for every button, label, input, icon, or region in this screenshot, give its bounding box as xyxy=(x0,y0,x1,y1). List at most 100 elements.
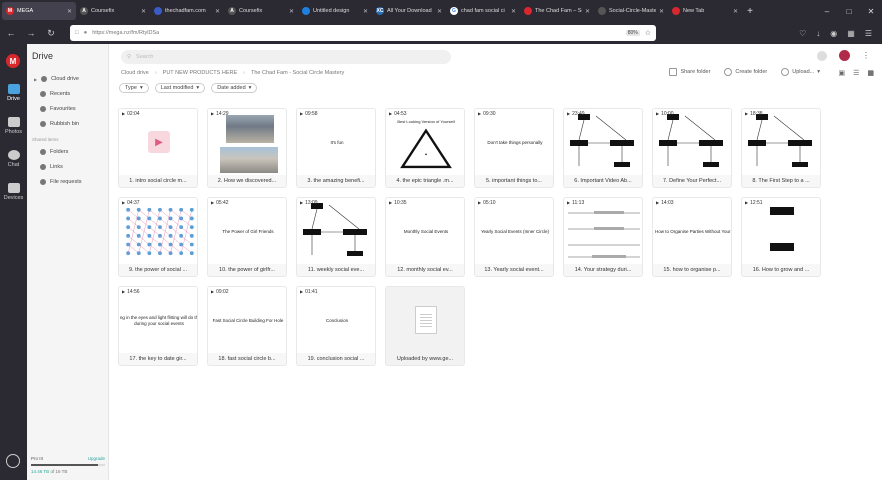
video-card[interactable]: ng in the eyes and light flirting will d… xyxy=(118,286,198,366)
browser-tab[interactable]: New Tab ✕ xyxy=(668,2,742,20)
rail-label: Photos xyxy=(4,129,23,135)
share-folder-button[interactable]: Share folder xyxy=(669,68,710,76)
rail-item-chat[interactable]: Chat xyxy=(0,150,27,168)
video-card[interactable]: Yearly Social Events (Inner Circle) 05:10… xyxy=(474,197,554,277)
file-name: 14. Your strategy duri... xyxy=(574,267,632,273)
help-icon[interactable] xyxy=(6,454,20,468)
browser-tab[interactable]: Social-Circle-Mastery✕ xyxy=(594,2,668,20)
browser-tab[interactable]: XC All Your Download ✕ xyxy=(372,2,446,20)
url-bar[interactable]: □ ● https://mega.nz/fm/RtylDSa 80% ☆ xyxy=(70,25,656,41)
rail-item-photos[interactable]: Photos xyxy=(0,117,27,135)
avatar[interactable] xyxy=(839,50,850,61)
upgrade-link[interactable]: Upgrade xyxy=(88,456,105,461)
grid-view-icon[interactable]: ▦ xyxy=(867,69,874,77)
forward-icon[interactable]: → xyxy=(24,28,38,38)
create-folder-button[interactable]: Create folder xyxy=(724,68,767,76)
close-tab-icon[interactable]: ✕ xyxy=(511,8,516,15)
video-card[interactable]: 10:00 7. Define Your Perfect... xyxy=(652,108,732,188)
mega-logo[interactable]: M xyxy=(6,54,20,68)
list-view-icon[interactable]: ☰ xyxy=(853,69,859,77)
sidebar-item-favourites[interactable]: Favourites xyxy=(40,106,76,112)
filter-date-added[interactable]: Date added ▾ xyxy=(211,83,258,93)
zoom-level[interactable]: 80% xyxy=(625,30,640,36)
new-tab-icon[interactable]: + xyxy=(742,6,758,17)
video-card[interactable]: The Power of Girl Friends 05:42 10. the po… xyxy=(207,197,287,277)
url-text[interactable]: https://mega.nz/fm/RtylDSa xyxy=(92,30,620,36)
close-tab-icon[interactable]: ✕ xyxy=(659,8,664,15)
tab-title: Untitled design xyxy=(313,8,350,14)
video-card[interactable]: It's fun 09:58 3. the amazing benefi... xyxy=(296,108,376,188)
close-tab-icon[interactable]: ✕ xyxy=(289,8,294,15)
downloads-icon[interactable]: ↓ xyxy=(816,29,820,38)
info-panel-icon[interactable]: ▣ xyxy=(838,69,845,77)
file-name: 10. the power of girlfr... xyxy=(219,267,275,273)
close-tab-icon[interactable]: ✕ xyxy=(437,8,442,15)
browser-tab[interactable]: The Chad Fam – Sc ✕ xyxy=(520,2,594,20)
file-thumbnail xyxy=(653,109,731,175)
file-card[interactable]: Uploaded by www.ge... xyxy=(385,286,465,366)
maximize-icon[interactable]: □ xyxy=(838,7,860,16)
video-card[interactable]: 13:09 11. weekly social eve... xyxy=(296,197,376,277)
close-tab-icon[interactable]: ✕ xyxy=(363,8,368,15)
video-card[interactable]: 11:13 14. Your strategy duri... xyxy=(563,197,643,277)
sidebar-item-recents[interactable]: Recents xyxy=(40,91,70,97)
pocket-icon[interactable]: ♡ xyxy=(799,29,806,38)
sidebar-item-cloud-drive[interactable]: ▶ Cloud drive xyxy=(34,76,79,82)
browser-tab[interactable]: A Coursefix ✕ xyxy=(224,2,298,20)
search-input[interactable]: ⚲ Search xyxy=(121,50,451,64)
video-card[interactable]: Best Looking Version of Yourself 04:53 4. … xyxy=(385,108,465,188)
tab-title: chad fam social ci xyxy=(461,8,505,14)
breadcrumb-item[interactable]: Cloud drive xyxy=(121,70,149,76)
close-tab-icon[interactable]: ✕ xyxy=(141,8,146,15)
close-tab-icon[interactable]: ✕ xyxy=(67,8,72,15)
browser-tab[interactable]: Untitled design ✕ xyxy=(298,2,372,20)
video-card[interactable]: 14:29 2. How we discovered... xyxy=(207,108,287,188)
upload-button[interactable]: Upload... ▾ xyxy=(781,68,820,76)
account-icon[interactable]: ◉ xyxy=(830,29,837,38)
browser-tab[interactable]: Gchad fam social ci ✕ xyxy=(446,2,520,20)
close-tab-icon[interactable]: ✕ xyxy=(585,8,590,15)
video-duration: 09:58 xyxy=(300,111,318,117)
chevron-right-icon[interactable]: ▶ xyxy=(34,77,37,82)
sidebar-item-label: File requests xyxy=(50,179,82,185)
video-card[interactable]: ▶ 02:04 1. intro social circle m... xyxy=(118,108,198,188)
chat-icon xyxy=(7,150,20,160)
video-card[interactable]: 12:51 16. How to grow and ... xyxy=(741,197,821,277)
bookmark-star-icon[interactable]: ☆ xyxy=(645,29,651,37)
breadcrumb-item[interactable]: The Chad Fam - Social Circle Mastery xyxy=(251,70,344,76)
sidebar-item-label: Folders xyxy=(50,149,69,155)
video-card[interactable]: 23:49 6. Important Video Ab... xyxy=(563,108,643,188)
notifications-icon[interactable] xyxy=(817,50,827,61)
filter-type[interactable]: Type ▾ xyxy=(119,83,149,93)
minimize-icon[interactable]: – xyxy=(816,7,838,16)
sidebar-item-links[interactable]: Links xyxy=(40,164,63,170)
video-card[interactable]: Monthly Social Events 10:35 12. monthly so… xyxy=(385,197,465,277)
close-tab-icon[interactable]: ✕ xyxy=(733,8,738,15)
video-card[interactable]: 18:38 8. The First Step to a ... xyxy=(741,108,821,188)
breadcrumb-item[interactable]: PUT NEW PRODUCTS HERE xyxy=(163,70,237,76)
menu-icon[interactable]: ☰ xyxy=(865,29,872,38)
video-card[interactable]: Don't take things personally 09:30 5. impo… xyxy=(474,108,554,188)
browser-tab[interactable]: thechadfam.com ✕ xyxy=(150,2,224,20)
browser-tab[interactable]: M MEGA ✕ xyxy=(2,2,76,20)
rail-item-devices[interactable]: Devices xyxy=(0,183,27,201)
close-tab-icon[interactable]: ✕ xyxy=(215,8,220,15)
video-card[interactable]: How to Organise Parties Without Your Cr 1… xyxy=(652,197,732,277)
video-card[interactable]: 04:37 9. the power of social ... xyxy=(118,197,198,277)
video-card[interactable]: Conclusion 01:41 19. conclusion social ... xyxy=(296,286,376,366)
sidebar-item-file-requests[interactable]: File requests xyxy=(40,179,82,185)
shield-icon[interactable]: □ xyxy=(75,30,79,36)
reload-icon[interactable]: ↻ xyxy=(44,28,58,39)
back-icon[interactable]: ← xyxy=(4,28,18,38)
rail-item-drive[interactable]: Drive xyxy=(0,84,27,102)
sidebar-item-folders[interactable]: Folders xyxy=(40,149,68,155)
more-options-icon[interactable]: ⋮ xyxy=(862,51,870,60)
lock-icon[interactable]: ● xyxy=(84,30,88,36)
sidebar-item-rubbish-bin[interactable]: Rubbish bin xyxy=(40,121,79,127)
extensions-icon[interactable]: ▦ xyxy=(847,29,855,38)
shared-items-heading: Shared items xyxy=(32,137,59,142)
video-card[interactable]: Fast Social Circle Building For Hole 09:0… xyxy=(207,286,287,366)
close-window-icon[interactable]: ✕ xyxy=(860,7,882,16)
browser-tab[interactable]: A Coursefix ✕ xyxy=(76,2,150,20)
filter-last-modified[interactable]: Last modified ▾ xyxy=(154,83,206,93)
